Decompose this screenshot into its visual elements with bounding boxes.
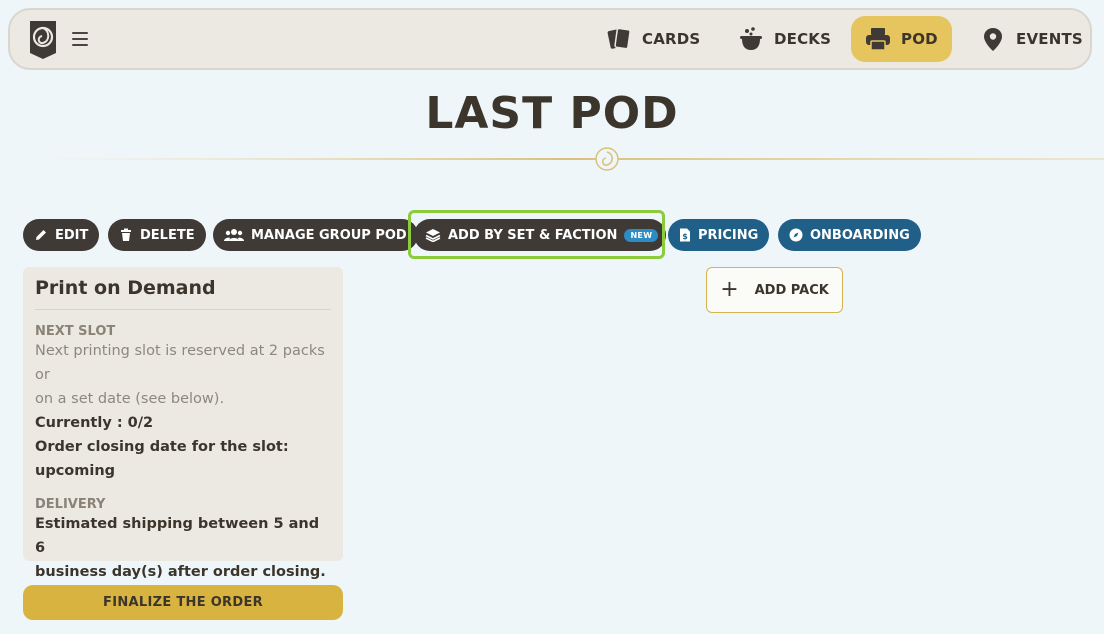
delivery-label: DELIVERY	[35, 497, 106, 512]
edit-button-label: EDIT	[55, 227, 89, 243]
svg-text:$: $	[682, 232, 688, 241]
onboarding-button[interactable]: ONBOARDING	[778, 219, 921, 251]
add-by-set-faction-button[interactable]: ADD BY SET & FACTION NEW	[414, 219, 667, 251]
add-pack-button[interactable]: + ADD PACK	[706, 267, 843, 313]
onboarding-button-label: ONBOARDING	[810, 227, 910, 243]
closing-date-label: Order closing date for the slot:	[35, 439, 289, 455]
manage-group-pod-button[interactable]: MANAGE GROUP POD	[213, 219, 418, 251]
delivery-estimate-line2: business day(s) after order closing.	[35, 564, 326, 580]
page-title: LAST POD	[425, 88, 679, 139]
current-count: Currently : 0/2	[35, 415, 154, 431]
pricing-button-label: PRICING	[698, 227, 759, 243]
plus-icon: +	[720, 277, 739, 302]
new-badge: NEW	[624, 228, 659, 242]
title-divider-ornament	[30, 147, 1104, 171]
delete-button[interactable]: DELETE	[108, 219, 206, 251]
delivery-estimate-line1: Estimated shipping between 5 and 6	[35, 516, 320, 556]
nav-label-cards: CARDS	[642, 30, 701, 48]
document-price-icon: $	[680, 228, 690, 242]
cauldron-icon	[740, 27, 762, 50]
map-pin-icon	[984, 28, 1002, 51]
layers-icon	[425, 229, 441, 242]
pricing-button[interactable]: $ PRICING	[668, 219, 770, 251]
add-pack-label: ADD PACK	[754, 282, 829, 298]
nav-item-cards[interactable]: CARDS	[592, 16, 714, 62]
menu-hamburger-icon[interactable]	[72, 32, 88, 46]
finalize-order-button[interactable]: FINALIZE THE ORDER	[23, 585, 343, 620]
next-slot-description-line2: on a set date (see below).	[35, 391, 225, 407]
nav-item-pod[interactable]: POD	[851, 16, 952, 62]
finalize-order-label: FINALIZE THE ORDER	[103, 595, 263, 610]
nav-label-decks: DECKS	[774, 30, 832, 48]
print-on-demand-panel: Print on Demand NEXT SLOT Next printing …	[23, 267, 343, 580]
nav-label-pod: POD	[901, 30, 938, 48]
panel-title: Print on Demand	[35, 277, 331, 310]
add-by-set-faction-label: ADD BY SET & FACTION	[448, 227, 618, 243]
top-navbar: CARDS DECKS POD EVENTS	[8, 8, 1092, 70]
app-logo-icon[interactable]	[28, 19, 58, 61]
printer-icon	[866, 28, 890, 51]
edit-button[interactable]: EDIT	[23, 219, 100, 251]
nav-label-events: EVENTS	[1016, 30, 1083, 48]
manage-group-pod-label: MANAGE GROUP POD	[251, 227, 407, 243]
trash-icon	[121, 228, 131, 241]
cards-icon	[607, 27, 631, 50]
closing-date-value: upcoming	[35, 463, 116, 479]
delete-button-label: DELETE	[140, 227, 195, 243]
users-group-icon	[224, 229, 244, 241]
nav-item-decks[interactable]: DECKS	[724, 16, 845, 62]
pencil-icon	[36, 230, 46, 240]
next-slot-label: NEXT SLOT	[35, 324, 116, 339]
next-slot-description-line1: Next printing slot is reserved at 2 pack…	[35, 343, 325, 383]
compass-icon	[789, 228, 803, 242]
nav-item-events[interactable]: EVENTS	[966, 16, 1097, 62]
